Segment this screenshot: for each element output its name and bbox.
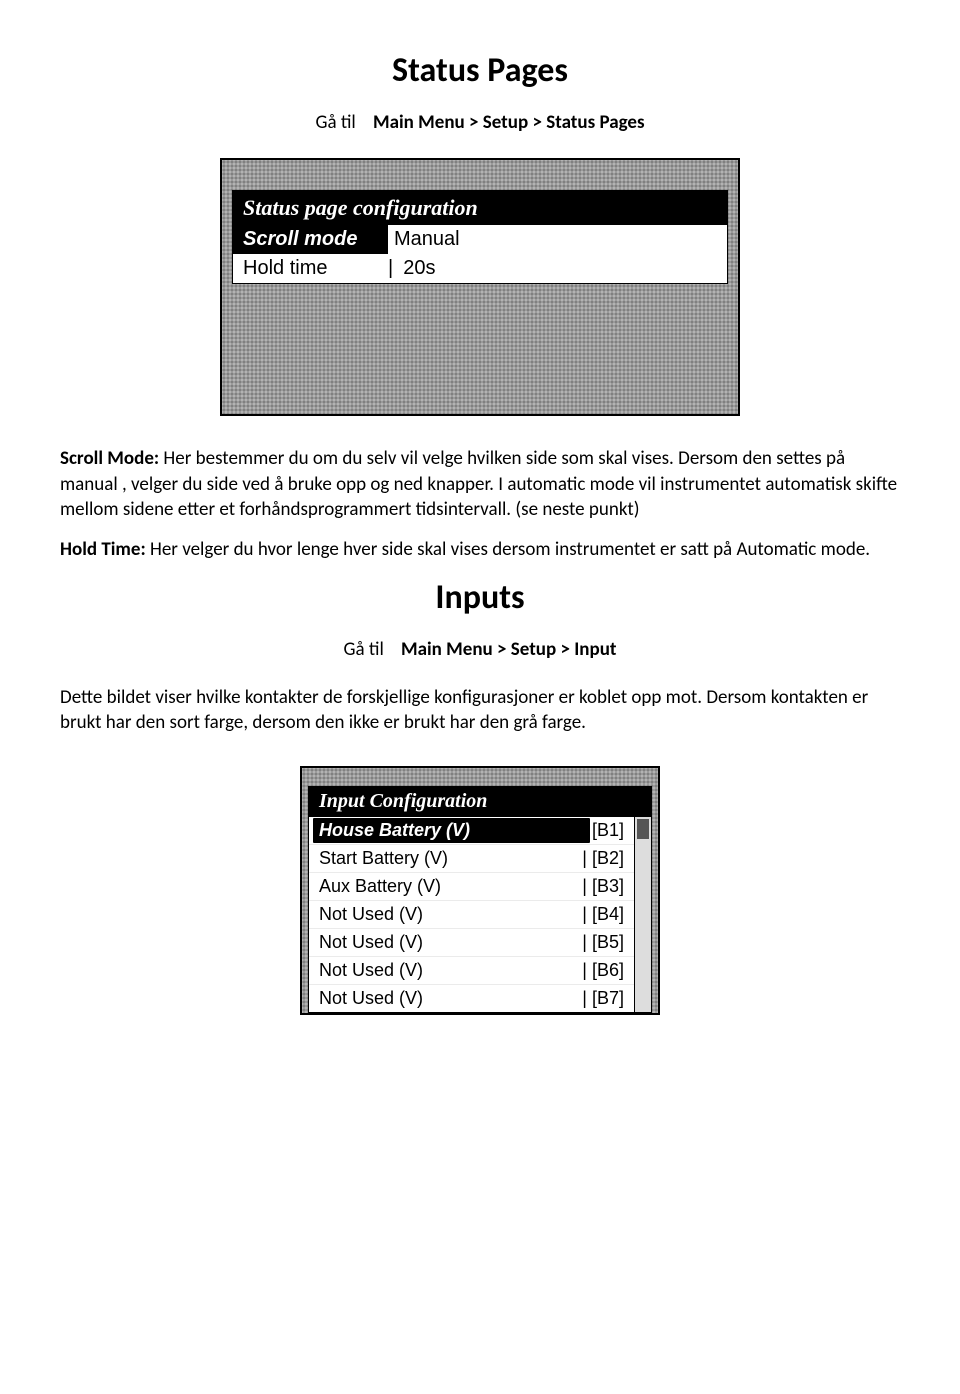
breadcrumb-path: Main Menu > Setup > Status Pages [373, 111, 645, 134]
input-label: Not Used (V) [313, 958, 579, 983]
input-value: [B5] [590, 930, 630, 955]
section-heading-status-pages: Status Pages [60, 50, 900, 91]
input-row-start-battery[interactable]: Start Battery (V) | [B2] [309, 844, 634, 872]
input-row-aux-battery[interactable]: Aux Battery (V) | [B3] [309, 872, 634, 900]
text-scroll-mode: Her bestemmer du om du selv vil velge hv… [60, 447, 897, 521]
input-value: [B1] [590, 818, 630, 843]
input-list: House Battery (V) [B1] Start Battery (V)… [309, 817, 635, 1012]
separator: | [579, 932, 590, 953]
breadcrumb-inputs: Gå til Main Menu > Setup > Input [60, 638, 900, 661]
input-label: Aux Battery (V) [313, 874, 579, 899]
breadcrumb-status-pages: Gå til Main Menu > Setup > Status Pages [60, 111, 900, 134]
config-row-hold-time[interactable]: Hold time | 20s [233, 254, 727, 283]
row-label: Hold time [233, 254, 388, 283]
separator: | [388, 257, 397, 280]
paragraph-inputs: Dette bildet viser hvilke kontakter de f… [60, 685, 900, 736]
separator: | [579, 876, 590, 897]
input-label: Not Used (V) [313, 902, 579, 927]
input-row-not-used-b7[interactable]: Not Used (V) | [B7] [309, 984, 634, 1012]
separator: | [579, 988, 590, 1009]
input-row-house-battery[interactable]: House Battery (V) [B1] [309, 817, 634, 844]
separator: | [579, 848, 590, 869]
scrollbar[interactable] [635, 817, 651, 1012]
screenshot-input-config: Input Configuration House Battery (V) [B… [300, 766, 660, 1015]
input-value: [B2] [590, 846, 630, 871]
input-row-not-used-b6[interactable]: Not Used (V) | [B6] [309, 956, 634, 984]
input-value: [B6] [590, 958, 630, 983]
input-label: Not Used (V) [313, 986, 579, 1011]
input-label: Start Battery (V) [313, 846, 579, 871]
input-config-panel: Input Configuration House Battery (V) [B… [308, 786, 652, 1013]
panel-title: Input Configuration [309, 787, 651, 817]
scrollbar-thumb[interactable] [637, 819, 649, 839]
input-label: House Battery (V) [313, 818, 590, 843]
paragraph-scroll-mode: Scroll Mode: Her bestemmer du om du selv… [60, 446, 900, 523]
separator: | [579, 960, 590, 981]
breadcrumb-prefix: Gå til [315, 111, 355, 134]
term-scroll-mode: Scroll Mode: [60, 447, 159, 470]
text-hold-time: Her velger du hvor lenge hver side skal … [146, 538, 870, 561]
breadcrumb-path: Main Menu > Setup > Input [401, 638, 616, 661]
config-panel: Status page configuration Scroll mode Ma… [232, 190, 728, 284]
panel-title: Status page configuration [233, 191, 727, 225]
row-value: Manual [388, 225, 466, 254]
paragraph-hold-time: Hold Time: Her velger du hvor lenge hver… [60, 537, 900, 563]
breadcrumb-prefix: Gå til [344, 638, 384, 661]
config-row-scroll-mode[interactable]: Scroll mode Manual [233, 225, 727, 254]
input-label: Not Used (V) [313, 930, 579, 955]
input-value: [B3] [590, 874, 630, 899]
row-value: 20s [397, 254, 441, 283]
input-value: [B7] [590, 986, 630, 1011]
row-label: Scroll mode [233, 225, 388, 254]
term-hold-time: Hold Time: [60, 538, 146, 561]
separator: | [579, 904, 590, 925]
input-row-not-used-b4[interactable]: Not Used (V) | [B4] [309, 900, 634, 928]
screenshot-status-page-config: Status page configuration Scroll mode Ma… [220, 158, 740, 416]
input-value: [B4] [590, 902, 630, 927]
section-heading-inputs: Inputs [60, 577, 900, 618]
input-row-not-used-b5[interactable]: Not Used (V) | [B5] [309, 928, 634, 956]
